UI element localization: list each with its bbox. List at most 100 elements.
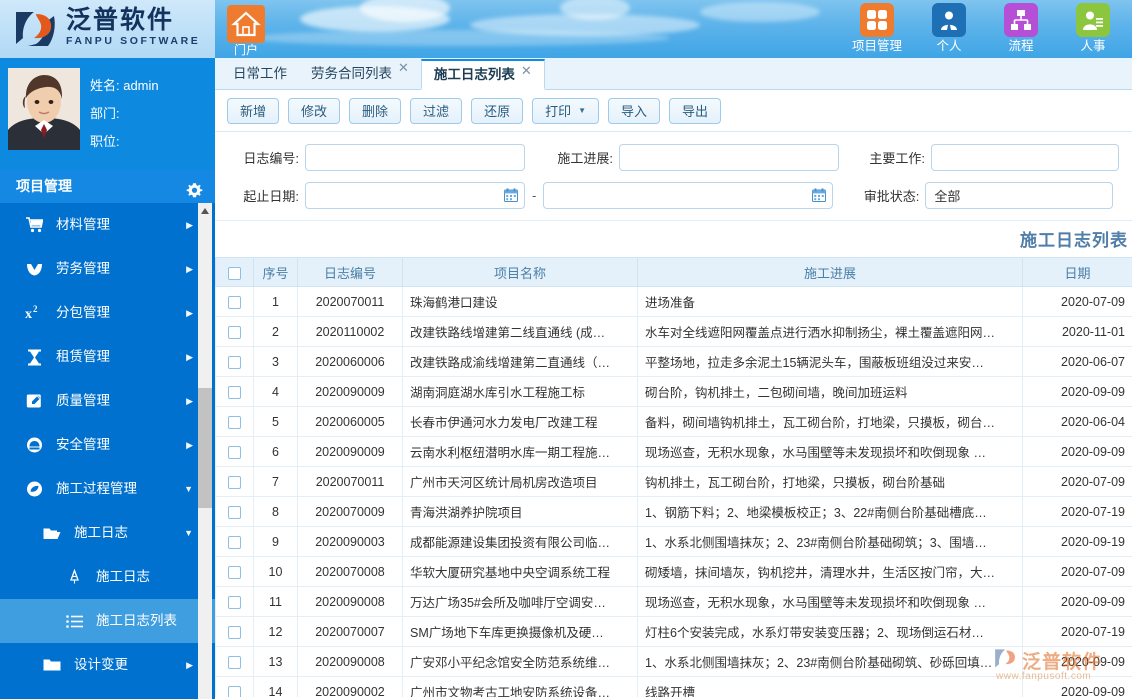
table-row[interactable]: 6 2020090009 云南水利枢纽潜明水库一期工程施… 现场巡查，无积水现象，水马… <box>215 436 1132 467</box>
sidebar-item-9[interactable]: 施工日志列表 <box>0 599 215 643</box>
cell-log-no[interactable]: 2020090003 <box>297 526 403 557</box>
row-checkbox-cell[interactable] <box>215 316 254 347</box>
row-checkbox[interactable] <box>228 415 241 429</box>
sidebar-item-0[interactable]: 材料管理 ▶ <box>0 203 215 247</box>
cell-project-name[interactable]: 万达广场35#会所及咖啡厅空调安… <box>402 586 638 617</box>
restore-button[interactable]: 还原 <box>471 97 524 124</box>
tab-daily-work[interactable]: 日常工作 <box>221 58 299 89</box>
table-row[interactable]: 10 2020070008 华软大厦研究基地中央空调系统工程 砌矮墙，抹间墙灰，钩机挖… <box>215 556 1132 587</box>
row-checkbox-cell[interactable] <box>215 286 254 317</box>
print-button[interactable]: 打印 ▼ <box>532 97 600 124</box>
cell-project-name[interactable]: SM广场地下车库更换摄像机及硬… <box>402 616 638 647</box>
date-to-input[interactable] <box>543 181 834 209</box>
delete-button[interactable]: 删除 <box>349 97 402 124</box>
row-checkbox-cell[interactable] <box>215 586 254 617</box>
table-row[interactable]: 4 2020090009 湖南洞庭湖水库引水工程施工标 砌台阶，钩机排土，二包砌间墙，… <box>215 376 1132 407</box>
table-row[interactable]: 8 2020070009 青海洪湖养护院项目 1、钢筋下料；2、地梁模板校正；3、22… <box>215 496 1132 527</box>
gear-icon[interactable] <box>186 178 203 198</box>
cell-log-no[interactable]: 2020070011 <box>297 286 403 317</box>
cell-log-no[interactable]: 2020060006 <box>297 346 403 377</box>
topnav-item-flow[interactable]: 流程 <box>992 3 1050 54</box>
log-no-input[interactable] <box>305 143 525 171</box>
row-checkbox[interactable] <box>228 295 241 309</box>
row-checkbox[interactable] <box>228 565 241 579</box>
filter-button[interactable]: 过滤 <box>410 97 463 124</box>
row-checkbox[interactable] <box>228 445 241 459</box>
cell-project-name[interactable]: 广安邓小平纪念馆安全防范系统维… <box>402 646 638 677</box>
cell-log-no[interactable]: 2020070008 <box>297 556 403 587</box>
date-from-input[interactable] <box>305 181 525 209</box>
add-button[interactable]: 新增 <box>227 97 280 124</box>
topnav-item-hr[interactable]: 人事 <box>1064 3 1122 54</box>
sidebar-item-11[interactable]: 技术交底▶ <box>0 687 215 699</box>
sidebar-item-6[interactable]: 施工过程管理 ▼ <box>0 467 215 511</box>
cell-project-name[interactable]: 广州市天河区统计局机房改造项目 <box>402 466 638 497</box>
calendar-icon[interactable] <box>812 187 827 202</box>
cell-log-no[interactable]: 2020110002 <box>297 316 403 347</box>
topnav-item-project[interactable]: 项目管理 <box>848 3 906 54</box>
row-checkbox[interactable] <box>228 595 241 609</box>
cell-log-no[interactable]: 2020060005 <box>297 406 403 437</box>
table-row[interactable]: 7 2020070011 广州市天河区统计局机房改造项目 钩机排土，瓦工砌台阶，打地梁… <box>215 466 1132 497</box>
cell-log-no[interactable]: 2020090009 <box>297 436 403 467</box>
close-icon[interactable]: ✕ <box>521 64 532 77</box>
row-checkbox[interactable] <box>228 505 241 519</box>
portal-button[interactable]: 门户 <box>222 5 270 57</box>
cell-log-no[interactable]: 2020090008 <box>297 586 403 617</box>
sidebar-item-1[interactable]: 劳务管理 ▶ <box>0 247 215 291</box>
approval-status-select[interactable] <box>925 181 1114 209</box>
sidebar-item-7[interactable]: 施工日志 ▼ <box>0 511 215 555</box>
cell-log-no[interactable]: 2020090008 <box>297 646 403 677</box>
row-checkbox[interactable] <box>228 385 241 399</box>
row-checkbox[interactable] <box>228 655 241 669</box>
cell-project-name[interactable]: 成都能源建设集团投资有限公司临… <box>402 526 638 557</box>
row-checkbox[interactable] <box>228 475 241 489</box>
sidebar-item-5[interactable]: 安全管理 ▶ <box>0 423 215 467</box>
export-button[interactable]: 导出 <box>669 97 722 124</box>
row-checkbox-cell[interactable] <box>215 556 254 587</box>
row-checkbox-cell[interactable] <box>215 676 254 697</box>
topnav-item-personal[interactable]: 个人 <box>920 3 978 54</box>
sidebar-scrollbar[interactable] <box>198 203 212 699</box>
header-date[interactable]: 日期 <box>1022 257 1132 287</box>
cell-project-name[interactable]: 华软大厦研究基地中央空调系统工程 <box>402 556 638 587</box>
close-icon[interactable]: ✕ <box>398 61 409 74</box>
row-checkbox[interactable] <box>228 535 241 549</box>
scrollbar-thumb[interactable] <box>198 388 212 508</box>
row-checkbox-cell[interactable] <box>215 376 254 407</box>
edit-button[interactable]: 修改 <box>288 97 341 124</box>
table-row[interactable]: 11 2020090008 万达广场35#会所及咖啡厅空调安… 现场巡查，无积水现象，… <box>215 586 1132 617</box>
cell-project-name[interactable]: 广州市文物考古工地安防系统设备… <box>402 676 638 697</box>
cell-log-no[interactable]: 2020070007 <box>297 616 403 647</box>
header-log-no[interactable]: 日志编号 <box>297 257 403 287</box>
sidebar-item-2[interactable]: x 2 分包管理 ▶ <box>0 291 215 335</box>
scroll-up-arrow-icon[interactable] <box>201 208 209 214</box>
table-row[interactable]: 12 2020070007 SM广场地下车库更换摄像机及硬… 灯柱6个安装完成，水系灯… <box>215 616 1132 647</box>
table-row[interactable]: 2 2020110002 改建铁路线增建第二线直通线 (成… 水车对全线遮阳网覆盖点进… <box>215 316 1132 347</box>
table-row[interactable]: 1 2020070011 珠海鹤港口建设 进场准备 2020-07-09 <box>215 286 1132 317</box>
calendar-icon[interactable] <box>504 187 518 202</box>
table-row[interactable]: 5 2020060005 长春市伊通河水力发电厂改建工程 备料，砌间墙钩机排土，瓦工砌… <box>215 406 1132 437</box>
header-project-name[interactable]: 项目名称 <box>402 257 638 287</box>
row-checkbox-cell[interactable] <box>215 466 254 497</box>
row-checkbox[interactable] <box>228 355 241 369</box>
row-checkbox-cell[interactable] <box>215 436 254 467</box>
sidebar-item-8[interactable]: 施工日志 <box>0 555 215 599</box>
row-checkbox-cell[interactable] <box>215 346 254 377</box>
main-work-input[interactable] <box>931 143 1119 171</box>
cell-project-name[interactable]: 青海洪湖养护院项目 <box>402 496 638 527</box>
header-select-all[interactable] <box>215 257 254 287</box>
cell-project-name[interactable]: 珠海鹤港口建设 <box>402 286 638 317</box>
cell-project-name[interactable]: 湖南洞庭湖水库引水工程施工标 <box>402 376 638 407</box>
row-checkbox-cell[interactable] <box>215 616 254 647</box>
cell-project-name[interactable]: 长春市伊通河水力发电厂改建工程 <box>402 406 638 437</box>
table-row[interactable]: 9 2020090003 成都能源建设集团投资有限公司临… 1、水系北侧围墙抹灰；2、… <box>215 526 1132 557</box>
row-checkbox[interactable] <box>228 625 241 639</box>
row-checkbox[interactable] <box>228 325 241 339</box>
tab-labor-contract-list[interactable]: 劳务合同列表 ✕ <box>299 58 421 89</box>
import-button[interactable]: 导入 <box>608 97 661 124</box>
row-checkbox-cell[interactable] <box>215 496 254 527</box>
tab-construction-log-list[interactable]: 施工日志列表 ✕ <box>420 59 545 90</box>
cell-log-no[interactable]: 2020070009 <box>297 496 403 527</box>
row-checkbox-cell[interactable] <box>215 406 254 437</box>
